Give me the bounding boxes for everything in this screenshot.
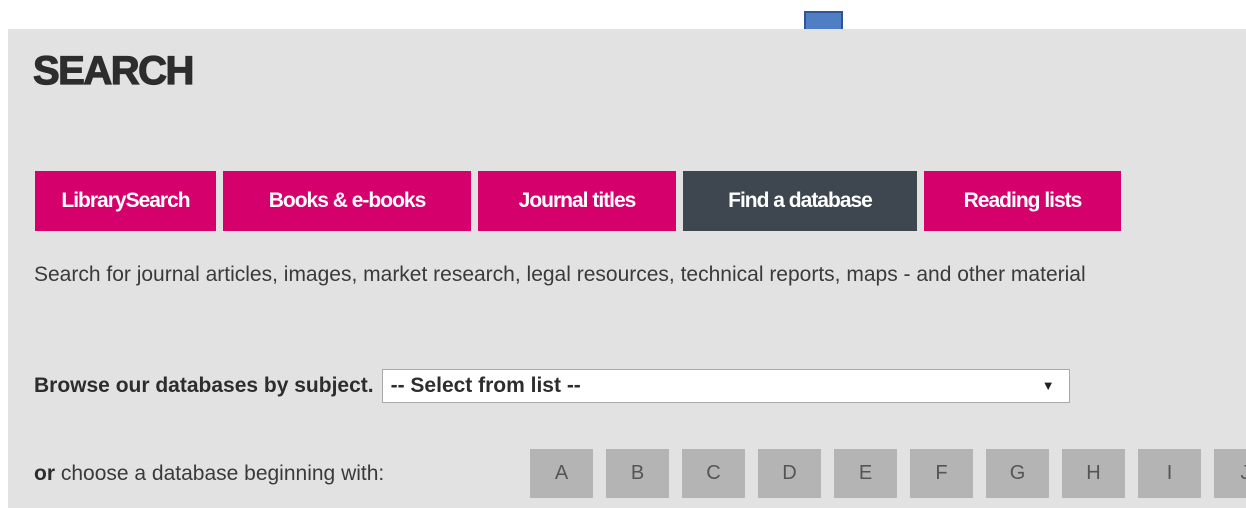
tab-journal-titles[interactable]: Journal titles <box>478 171 676 231</box>
letter-b-button[interactable]: B <box>606 449 669 498</box>
dropdown-arrow-icon: ▼ <box>1041 378 1055 393</box>
tab-books-ebooks[interactable]: Books & e-books <box>223 171 471 231</box>
letter-d-button[interactable]: D <box>758 449 821 498</box>
page-title: SEARCH <box>32 48 195 93</box>
letter-i-button[interactable]: I <box>1138 449 1201 498</box>
az-browse: or choose a database beginning with: A B… <box>34 449 1246 498</box>
az-letters: A B C D E F G H I J <box>530 449 1246 498</box>
letter-f-button[interactable]: F <box>910 449 973 498</box>
tab-find-a-database[interactable]: Find a database <box>683 171 917 231</box>
letter-h-button[interactable]: H <box>1062 449 1125 498</box>
letter-a-button[interactable]: A <box>530 449 593 498</box>
search-description: Search for journal articles, images, mar… <box>34 263 1086 286</box>
subject-select-value: -- Select from list -- <box>390 374 581 397</box>
tab-reading-lists[interactable]: Reading lists <box>924 171 1121 231</box>
tab-librarysearch[interactable]: LibrarySearch <box>35 171 216 231</box>
search-panel: SEARCH LibrarySearch Books & e-books Jou… <box>8 29 1246 508</box>
letter-c-button[interactable]: C <box>682 449 745 498</box>
browse-label: Browse our databases by subject. <box>34 374 374 397</box>
subject-select[interactable]: -- Select from list -- ▼ <box>381 369 1070 403</box>
browse-by-subject: Browse our databases by subject. -- Sele… <box>34 369 1070 403</box>
az-label: or choose a database beginning with: <box>34 461 385 485</box>
letter-e-button[interactable]: E <box>834 449 897 498</box>
letter-g-button[interactable]: G <box>986 449 1049 498</box>
letter-j-button[interactable]: J <box>1214 449 1246 498</box>
